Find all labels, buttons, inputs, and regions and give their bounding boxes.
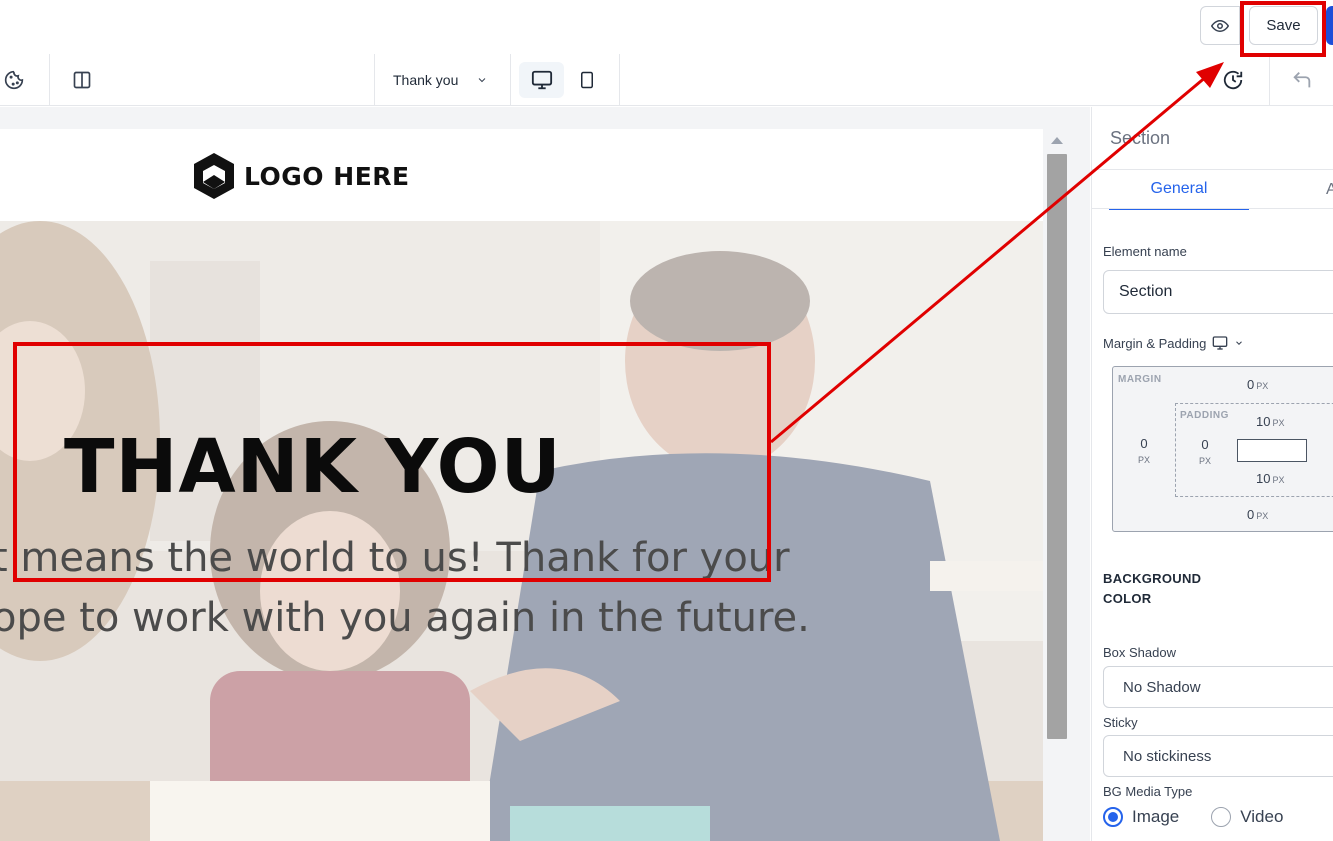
cookie-button[interactable]	[0, 54, 28, 106]
sticky-label: Sticky	[1103, 715, 1138, 730]
margin-caption: MARGIN	[1118, 374, 1162, 385]
content-box	[1237, 439, 1307, 462]
padding-editor: PADDING 10PX 0PX 10PX 0PX	[1175, 403, 1333, 497]
padding-bottom-value[interactable]: 10 PX	[1256, 471, 1284, 486]
bg-media-type-label: BG Media Type	[1103, 784, 1193, 799]
publish-button-edge[interactable]	[1326, 6, 1333, 45]
toolbar-divider	[1269, 54, 1270, 106]
monitor-icon	[531, 70, 552, 90]
page-selector-label: Thank you	[393, 72, 459, 88]
margin-padding-text: Margin & Padding	[1103, 335, 1207, 351]
undo-button[interactable]	[1282, 54, 1322, 106]
annotation-highlight-title	[13, 342, 771, 582]
toolbar-divider	[374, 54, 375, 106]
toolbar-divider	[510, 54, 511, 106]
columns-icon	[73, 71, 91, 89]
box-shadow-label: Box Shadow	[1103, 645, 1176, 660]
sticky-value: No stickiness	[1123, 747, 1212, 765]
box-shadow-select[interactable]: No Shadow	[1103, 666, 1333, 708]
page-selector[interactable]: Thank you	[393, 54, 488, 106]
chevron-down-icon	[479, 78, 486, 83]
padding-left-value[interactable]: 0 PX	[1198, 437, 1212, 466]
radio-video-label[interactable]: Video	[1240, 807, 1283, 827]
margin-padding-label[interactable]: Margin & Padding	[1103, 335, 1244, 351]
logo[interactable]: LOGO HERE	[190, 151, 410, 201]
element-name-input[interactable]: Section	[1103, 270, 1333, 314]
margin-editor: MARGIN 0 PX 0 PX 0 PX PADDING 10 PX 0 PX 10 PX…	[1112, 366, 1333, 532]
undo-icon	[1293, 72, 1311, 88]
box-shadow-value: No Shadow	[1123, 678, 1201, 696]
sticky-select[interactable]: No stickiness	[1103, 735, 1333, 777]
logo-text: LOGO HERE	[244, 161, 410, 191]
scroll-up-arrow-icon[interactable]	[1051, 137, 1063, 144]
margin-bottom-value[interactable]: 0 PX	[1247, 507, 1268, 522]
bg-media-type-options: Image Video	[1103, 807, 1283, 827]
hero-subtext-line-2[interactable]: ope to work with you again in the future…	[0, 595, 810, 641]
element-name-value: Section	[1119, 283, 1173, 300]
cookie-icon	[4, 70, 24, 90]
radio-image[interactable]	[1103, 807, 1123, 827]
preview-button[interactable]	[1200, 6, 1240, 45]
tab-advanced[interactable]: A	[1326, 170, 1333, 210]
background-color-label: BACKGROUND COLOR	[1103, 571, 1202, 606]
history-button[interactable]	[1213, 54, 1253, 106]
properties-panel: Section General A Element name Section M…	[1091, 107, 1333, 841]
history-icon	[1223, 70, 1243, 90]
hexagon-logo-icon	[194, 153, 234, 199]
panel-title: Section	[1110, 128, 1171, 148]
annotation-highlight-save	[1240, 1, 1326, 57]
margin-top-value[interactable]: 0 PX	[1247, 377, 1268, 392]
padding-top-value[interactable]: 10 PX	[1256, 414, 1284, 429]
layout-toggle-button[interactable]	[62, 54, 102, 106]
desktop-view-button[interactable]	[519, 62, 564, 98]
padding-caption: PADDING	[1180, 410, 1229, 421]
tab-general[interactable]: General	[1109, 170, 1249, 210]
smartphone-icon	[581, 71, 593, 89]
header-section[interactable]: LOGO HERE	[0, 129, 1043, 221]
toolbar-divider	[619, 54, 620, 106]
mobile-view-button[interactable]	[569, 62, 605, 98]
top-action-bar: Save	[0, 0, 1333, 54]
eye-icon	[1211, 19, 1229, 32]
tabs-underline	[1092, 208, 1333, 209]
toolbar-divider	[49, 54, 50, 106]
margin-left-value[interactable]: 0 PX	[1137, 436, 1151, 465]
scrollbar-thumb[interactable]	[1047, 154, 1067, 739]
monitor-icon	[1213, 336, 1228, 350]
chevron-down-icon	[1236, 341, 1243, 345]
radio-video[interactable]	[1211, 807, 1232, 827]
editor-toolbar: Thank you	[0, 54, 1333, 106]
element-name-label: Element name	[1103, 244, 1187, 259]
radio-image-label[interactable]: Image	[1132, 807, 1179, 827]
